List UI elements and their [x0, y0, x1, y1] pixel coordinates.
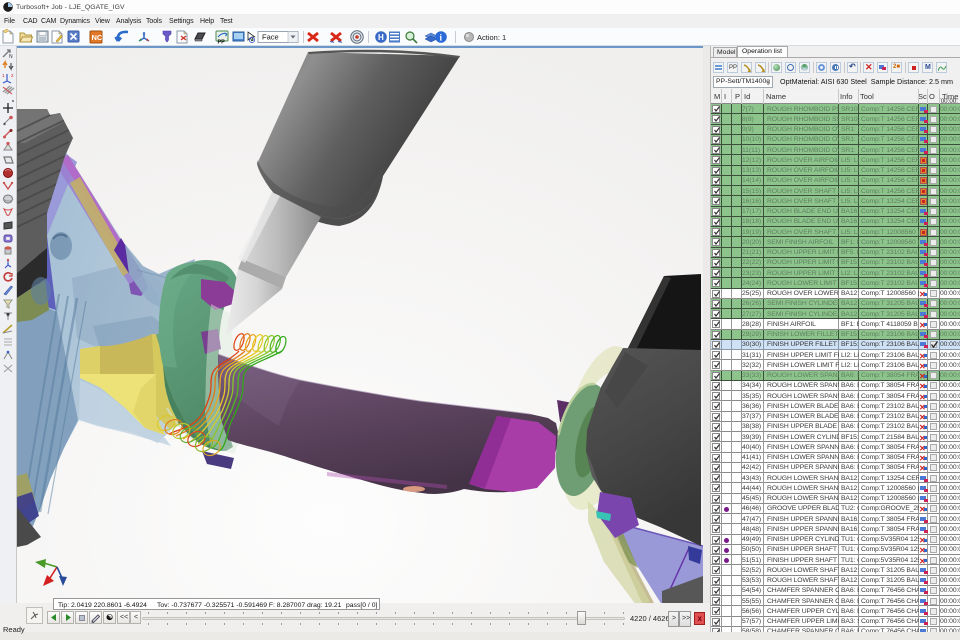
- svg-text:1: 1: [2, 73, 5, 78]
- svg-text:NC: NC: [92, 33, 103, 42]
- svg-text:2: 2: [11, 73, 14, 78]
- svg-text:H: H: [378, 33, 384, 42]
- svg-text:Action: 1: Action: 1: [477, 33, 506, 42]
- svg-text:PP: PP: [218, 40, 226, 46]
- svg-text:N: N: [9, 54, 13, 60]
- svg-text:Face: Face: [262, 33, 279, 42]
